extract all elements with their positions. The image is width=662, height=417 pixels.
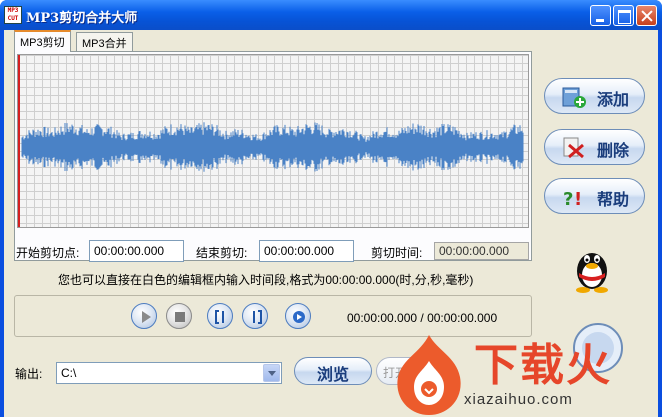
mark-end-icon [253,310,262,324]
mark-end-button[interactable] [242,303,268,329]
waveform-view[interactable] [17,54,529,228]
qq-penguin-icon[interactable] [570,243,614,293]
app-icon: MP3 CUT [4,6,22,24]
start-point-field[interactable]: 00:00:00.000 [89,240,184,262]
watermark-flame-logo [397,335,461,415]
play-button[interactable] [131,303,157,329]
tab-mp3-merge[interactable]: MP3合并 [76,32,133,52]
playhead-line[interactable] [18,55,20,227]
watermark-url: xiazaihuo.com [464,391,573,408]
title-bar[interactable]: MP3 CUT MP3剪切合并大师 [0,0,662,30]
mark-start-button[interactable] [207,303,233,329]
delete-button-label: 删除 [597,141,630,160]
delete-button[interactable]: 删除 [544,129,645,165]
waveform-trace [21,122,524,172]
svg-text:!: ! [574,189,582,210]
output-path-value: C:\ [61,366,77,380]
tab-mp3-merge-label: MP3合并 [82,38,127,50]
watermark-text: 下载火 [474,340,612,391]
stop-icon [175,312,185,322]
cut-panel [14,51,532,261]
start-point-label: 开始剪切点: [16,246,80,260]
play-icon [142,311,151,323]
help-button-label: 帮助 [597,190,630,209]
add-file-icon [562,87,586,108]
browse-button[interactable]: 浏览 [294,357,372,385]
help-icon: ? ! [563,189,582,210]
maximize-button[interactable] [613,5,634,26]
add-button-label: 添加 [597,90,630,109]
close-button[interactable] [636,5,657,26]
playback-time: 00:00:00.000 / 00:00:00.000 [347,311,498,325]
waveform-graph [21,122,524,172]
play-selection-icon [293,311,305,323]
delete-file-icon [563,137,584,159]
chevron-down-icon[interactable] [263,364,280,382]
output-label: 输出: [15,367,43,381]
mark-start-icon [215,310,224,324]
watermark: 下载火 xiazaihuo.com [386,331,662,417]
tab-mp3-cut-label: MP3剪切 [20,37,65,49]
duration-label: 剪切时间: [371,246,423,260]
end-point-label: 结束剪切: [196,246,248,260]
stop-button[interactable] [166,303,192,329]
end-point-field[interactable]: 00:00:00.000 [259,240,354,262]
tab-mp3-cut[interactable]: MP3剪切 [14,30,71,52]
window-title: MP3剪切合并大师 [26,11,138,26]
play-selection-button[interactable] [285,303,311,329]
help-button[interactable]: ? ! 帮助 [544,178,645,214]
add-button[interactable]: 添加 [544,78,645,114]
minimize-button[interactable] [590,5,611,26]
duration-value: 00:00:00.000 [434,242,529,260]
svg-text:?: ? [563,189,573,210]
output-path-select[interactable]: C:\ [56,362,282,384]
time-format-hint: 您也可以直接在白色的编辑框内输入时间段,格式为00:00:00.000(时,分,… [58,273,474,287]
